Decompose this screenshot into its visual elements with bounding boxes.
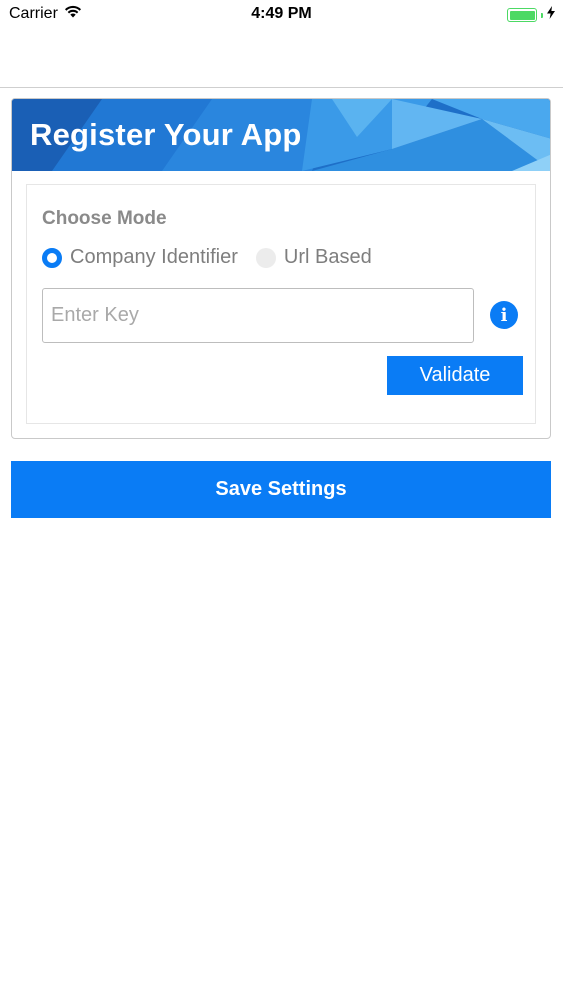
status-right <box>507 6 555 24</box>
radio-company-identifier[interactable]: Company Identifier <box>42 246 238 269</box>
save-settings-button[interactable]: Save Settings <box>11 461 551 518</box>
radio-url-based-label: Url Based <box>283 246 372 268</box>
mode-radio-group: Company Identifier Url Based <box>42 246 372 269</box>
register-card: Register Your App Choose Mode Company Id… <box>11 98 551 439</box>
radio-url-based[interactable]: Url Based <box>255 246 372 269</box>
choose-mode-label: Choose Mode <box>42 208 167 229</box>
info-icon[interactable]: i <box>490 301 518 329</box>
nav-bar <box>0 30 563 88</box>
status-time: 4:49 PM <box>251 5 312 22</box>
enter-key-input[interactable] <box>42 288 474 343</box>
charging-bolt-icon <box>547 6 555 24</box>
battery-cap <box>541 12 543 18</box>
radio-unselected-icon <box>255 247 276 268</box>
battery-icon <box>507 8 537 22</box>
radio-company-identifier-label: Company Identifier <box>70 246 238 268</box>
card-header: Register Your App <box>12 99 550 171</box>
battery-fill <box>509 10 535 20</box>
page-title: Register Your App <box>30 117 302 152</box>
radio-selected-icon <box>42 247 62 268</box>
mode-panel: Choose Mode Company Identifier Url Based… <box>26 184 536 424</box>
validate-button[interactable]: Validate <box>387 356 523 395</box>
status-bar: Carrier 4:49 PM <box>0 0 563 30</box>
